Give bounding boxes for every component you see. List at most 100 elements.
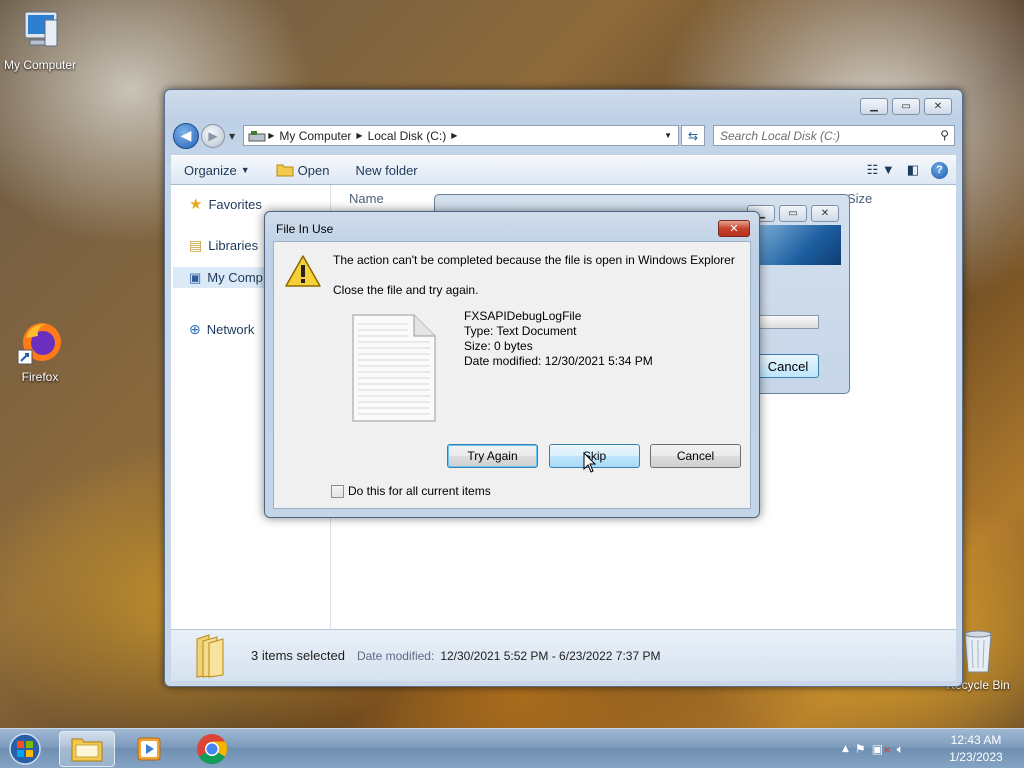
nav-item-favorites[interactable]: ★ Favorites <box>189 195 262 213</box>
minimize-icon: ▁ <box>870 101 878 112</box>
date-modified-value: 12/30/2021 5:52 PM - 6/23/2022 7:37 PM <box>440 648 661 663</box>
column-header-name[interactable]: Name <box>349 185 384 211</box>
refresh-icon: ⇆ <box>687 128 699 143</box>
maximize-button[interactable]: ▭ <box>892 98 920 115</box>
file-in-use-dialog[interactable]: File In Use ✕ The action can't be comple… <box>264 211 760 518</box>
close-icon: ✕ <box>820 208 830 219</box>
nav-item-my-computer[interactable]: ▣ My Comp <box>173 267 273 288</box>
file-name: FXSAPIDebugLogFile <box>464 309 582 323</box>
close-icon: ✕ <box>729 222 739 235</box>
organize-button[interactable]: Organize ▼ <box>171 163 263 178</box>
column-label: Size <box>847 190 873 206</box>
help-icon[interactable]: ? <box>931 161 948 179</box>
forward-button[interactable]: ▶ <box>201 124 225 148</box>
drive-icon <box>248 130 266 141</box>
dialog-title: File In Use <box>276 222 334 236</box>
refresh-button[interactable]: ⇆ <box>681 125 705 146</box>
forward-arrow-icon: ▶ <box>208 129 218 143</box>
desktop-icon-firefox[interactable]: Firefox <box>0 318 80 384</box>
progress-banner <box>755 225 841 265</box>
dialog-body: The action can't be completed because th… <box>273 241 751 509</box>
taskbar: ▲ ⚑ ▣✕ 🔈︎ 12:43 AM 1/23/2023 <box>0 728 1024 768</box>
maximize-button[interactable]: ▭ <box>779 205 807 222</box>
search-input[interactable]: Search Local Disk (C:) ⚲ <box>713 125 955 146</box>
system-clock[interactable]: 12:43 AM 1/23/2023 <box>936 732 1016 766</box>
breadcrumb-my-computer[interactable]: My Computer <box>274 129 356 143</box>
selection-count: 3 items selected <box>251 648 345 663</box>
progress-bar <box>757 315 819 329</box>
minimize-button[interactable]: ▁ <box>860 98 888 115</box>
apply-to-all-checkbox[interactable]: Do this for all current items <box>331 484 491 498</box>
address-bar[interactable]: ▶ My Computer ▶ Local Disk (C:) ▶ ▼ <box>243 125 679 146</box>
file-size: Size: 0 bytes <box>464 339 533 353</box>
desktop-icon-my-computer[interactable]: My Computer <box>0 10 80 72</box>
breadcrumb-separator[interactable]: ▶ <box>266 131 274 140</box>
close-icon: ✕ <box>933 101 943 112</box>
folder-icon <box>71 738 103 762</box>
desktop-icon-label: My Computer <box>3 58 77 72</box>
window-controls: ▁ ▭ ✕ <box>747 205 839 222</box>
address-dropdown-icon[interactable]: ▼ <box>664 131 672 140</box>
taskbar-explorer-button[interactable] <box>59 731 115 767</box>
checkbox-box[interactable] <box>331 484 344 498</box>
details-pane: 3 items selected Date modified: 12/30/20… <box>171 629 956 681</box>
start-button[interactable] <box>6 732 44 766</box>
search-icon[interactable]: ⚲ <box>940 128 949 142</box>
clock-time: 12:43 AM <box>950 733 1002 747</box>
libraries-icon: ▤ <box>189 237 203 253</box>
cancel-button[interactable]: Cancel <box>650 444 741 468</box>
column-header-size[interactable]: Size <box>847 185 872 211</box>
cancel-label: Cancel <box>767 358 809 374</box>
network-status-icon[interactable]: ▣✕ <box>872 742 891 756</box>
open-button[interactable]: Open <box>263 163 343 178</box>
navigation-bar: ◀ ▶ ▼ ▶ My Computer ▶ Local Disk (C:) ▶ … <box>173 123 955 149</box>
folder-stack-icon <box>196 634 224 678</box>
organize-label: Organize <box>184 162 237 178</box>
text-document-icon <box>352 314 436 422</box>
volume-icon[interactable]: 🔈︎ <box>897 742 904 757</box>
clock-date: 1/23/2023 <box>949 750 1003 764</box>
show-hidden-icons-icon[interactable]: ▲ <box>842 744 849 754</box>
nav-item-libraries[interactable]: ▤ Libraries <box>189 237 258 254</box>
nav-item-label: Libraries <box>208 238 259 253</box>
nav-item-label: Network <box>206 322 255 337</box>
recycle-bin-icon <box>964 630 992 673</box>
chrome-icon <box>197 734 228 765</box>
view-options-icon[interactable]: ☷ ▼ <box>867 162 895 178</box>
action-center-icon[interactable]: ⚑ <box>855 742 866 756</box>
new-folder-label: New folder <box>355 162 418 178</box>
firefox-icon <box>17 323 61 365</box>
restore-icon: ▭ <box>901 101 911 112</box>
notification-area: ▲ ⚑ ▣✕ 🔈︎ <box>842 729 904 768</box>
dialog-close-button[interactable]: ✕ <box>718 220 750 237</box>
close-button[interactable]: ✕ <box>924 98 952 115</box>
dialog-message: The action can't be completed because th… <box>333 253 735 267</box>
view-controls: ☷ ▼ ◧ ? <box>867 161 948 179</box>
file-date-modified: Date modified: 12/30/2021 5:34 PM <box>464 354 653 368</box>
date-modified-label: Date modified: <box>356 648 435 663</box>
preview-pane-icon[interactable]: ◧ <box>907 162 919 178</box>
progress-cancel-button[interactable]: Cancel <box>757 354 819 378</box>
file-type: Type: Text Document <box>464 324 577 338</box>
warning-icon <box>285 255 321 287</box>
open-label: Open <box>297 162 330 178</box>
close-button[interactable]: ✕ <box>811 205 839 222</box>
nav-item-label: My Comp <box>207 270 263 285</box>
button-label: Try Again <box>467 449 518 463</box>
breadcrumb-local-disk[interactable]: Local Disk (C:) <box>363 129 452 143</box>
back-button[interactable]: ◀ <box>173 123 199 149</box>
recent-pages-button[interactable]: ▼ <box>229 132 235 141</box>
folder-icon <box>276 164 294 177</box>
nav-item-network[interactable]: ⊕ Network <box>189 321 254 338</box>
breadcrumb-separator[interactable]: ▶ <box>451 131 457 140</box>
taskbar-media-player-button[interactable] <box>121 731 177 767</box>
network-icon: ⊕ <box>189 321 201 337</box>
new-folder-button[interactable]: New folder <box>342 163 430 178</box>
try-again-button[interactable]: Try Again <box>447 444 538 468</box>
restore-icon: ▭ <box>788 208 798 219</box>
taskbar-chrome-button[interactable] <box>184 731 240 767</box>
media-player-icon <box>137 737 161 761</box>
desktop-icon-label: Firefox <box>21 370 59 384</box>
file-info: FXSAPIDebugLogFile Type: Text Document S… <box>464 309 653 369</box>
window-controls: ▁ ▭ ✕ <box>860 98 952 115</box>
